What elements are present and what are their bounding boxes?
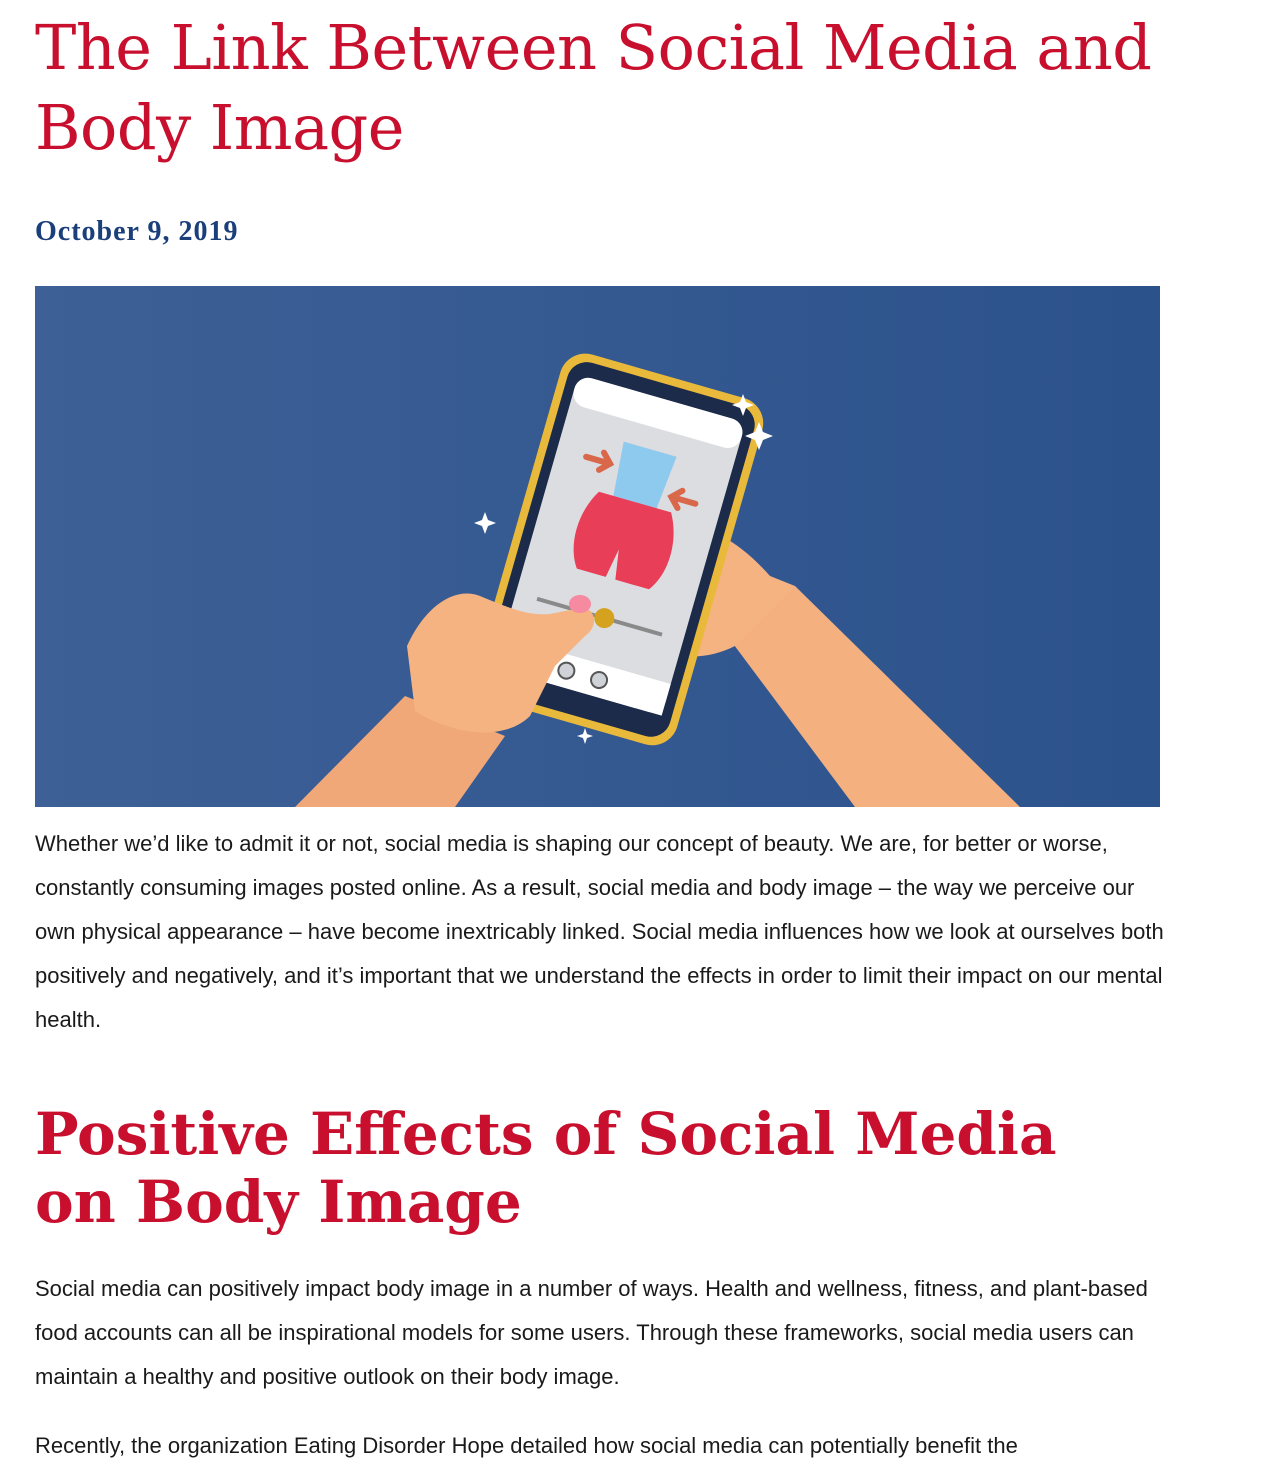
intro-paragraph: Whether we’d like to admit it or not, so…: [35, 831, 1164, 1032]
post-date: October 9, 2019: [35, 216, 239, 247]
section-heading: Positive Effects of Social Media on Body…: [35, 1100, 1057, 1236]
section-paragraph: Recently, the organization Eating Disord…: [35, 1433, 1018, 1458]
article: The Link Between Social Media and Body I…: [35, 0, 1260, 1458]
section-paragraph: Social media can positively impact body …: [35, 1276, 1148, 1389]
hero-image: [35, 286, 1160, 807]
page-title: The Link Between Social Media and Body I…: [35, 11, 1152, 164]
